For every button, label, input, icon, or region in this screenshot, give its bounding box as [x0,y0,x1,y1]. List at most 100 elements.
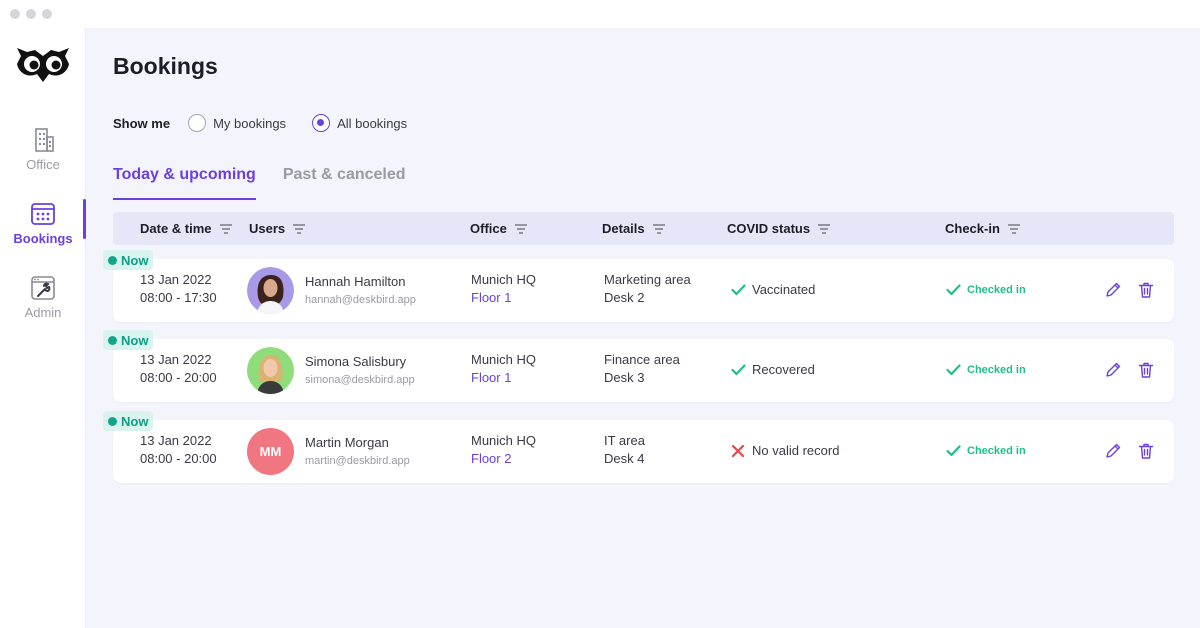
sidebar: Office Bookings Admin [0,28,86,628]
covid-status-text: No valid record [752,443,840,458]
sidebar-item-label: Office [26,157,60,172]
booking-scope-filter: Show me My bookings All bookings [113,112,433,134]
covid-status-text: Recovered [752,362,815,377]
trash-icon[interactable] [1137,361,1155,379]
user-cell: Martin Morgan martin@deskbird.app [305,434,410,470]
office-name: Munich HQ [471,433,537,448]
filter-lines-icon[interactable] [1007,223,1020,234]
user-name: Hannah Hamilton [305,274,406,289]
table-header: Date & time Users Office Details COVID s… [113,212,1174,245]
booking-time: 08:00 - 17:30 [140,290,217,305]
check-icon [946,284,961,296]
user-name: Simona Salisbury [305,354,407,369]
edit-pencil-icon[interactable] [1104,281,1122,299]
trash-icon[interactable] [1137,281,1155,299]
radio-label: My bookings [213,115,287,131]
calendar-icon [31,203,55,225]
filter-lines-icon[interactable] [818,223,831,234]
window-control-dot[interactable] [26,9,36,19]
floor-link[interactable]: Floor 1 [471,369,536,387]
user-name: Martin Morgan [305,435,389,450]
column-header-label: COVID status [727,221,811,236]
admin-tools-icon [31,276,55,300]
sidebar-item-label: Bookings [13,231,73,246]
page-title: Bookings [113,53,218,79]
floor-link[interactable]: Floor 1 [471,289,536,307]
radio-my-bookings[interactable]: My bookings [188,114,286,132]
table-row[interactable]: 13 Jan 2022 08:00 - 20:00 Simona Salisbu… [113,339,1174,402]
filter-lines-icon[interactable] [652,223,665,234]
booking-date: 13 Jan 2022 [140,272,212,287]
avatar [247,267,294,314]
column-header-check-in[interactable]: Check-in [945,212,1020,245]
table-row[interactable]: 13 Jan 2022 08:00 - 17:30 Hannah Hamilto… [113,259,1174,322]
check-icon [731,364,746,376]
sidebar-item-bookings[interactable]: Bookings [0,200,86,256]
checkin-status-text: Checked in [967,445,1026,457]
column-header-office[interactable]: Office [470,212,527,245]
checkin-status-text: Checked in [967,364,1026,376]
live-dot-icon [108,416,117,426]
column-header-covid-status[interactable]: COVID status [727,212,831,245]
filter-lines-icon[interactable] [514,223,527,234]
badge-text: Now [121,252,149,268]
area-name: IT area [604,433,645,448]
covid-status: Recovered [731,361,815,379]
user-email: simona@deskbird.app [305,374,415,386]
check-icon [946,364,961,376]
tab-today-upcoming[interactable]: Today & upcoming [113,166,256,200]
table-row[interactable]: 13 Jan 2022 08:00 - 20:00 MM Martin Morg… [113,420,1174,483]
window-control-dot[interactable] [42,9,52,19]
sidebar-item-label: Admin [24,305,62,320]
date-time-cell: 13 Jan 2022 08:00 - 20:00 [140,432,217,468]
live-dot-icon [108,255,117,265]
radio-button[interactable] [188,114,207,132]
booking-tabs: Today & upcoming Past & canceled [113,166,433,202]
cross-icon [731,445,745,457]
avatar-initials: MM [247,428,294,475]
column-header-label: Date & time [140,221,212,236]
column-header-details[interactable]: Details [602,212,665,245]
window-titlebar [0,0,1200,28]
desk-name: Desk 3 [604,370,645,385]
filter-lines-icon[interactable] [293,223,306,234]
date-time-cell: 13 Jan 2022 08:00 - 17:30 [140,271,217,307]
owl-logo-icon[interactable] [13,42,73,82]
radio-all-bookings[interactable]: All bookings [312,114,407,132]
window-control-dot[interactable] [10,9,20,19]
covid-status: No valid record [731,442,839,460]
now-badge: Now [103,250,153,270]
floor-link[interactable]: Floor 2 [471,450,536,468]
live-dot-icon [108,335,117,345]
badge-text: Now [121,413,149,429]
filter-lines-icon[interactable] [219,223,232,234]
checkin-status: Checked in [946,361,1026,379]
user-cell: Hannah Hamilton hannah@deskbird.app [305,273,416,309]
check-icon [731,284,746,296]
booking-time: 08:00 - 20:00 [140,451,217,466]
edit-pencil-icon[interactable] [1104,442,1122,460]
details-cell: Finance area Desk 3 [604,351,680,387]
column-header-label: Users [249,221,286,236]
checkin-status-text: Checked in [967,284,1026,296]
sidebar-item-admin[interactable]: Admin [0,274,86,330]
user-photo [247,267,294,314]
office-name: Munich HQ [471,352,537,367]
booking-date: 13 Jan 2022 [140,433,212,448]
check-icon [946,445,961,457]
column-header-label: Details [602,221,645,236]
now-badge: Now [103,411,153,431]
filter-label: Show me [113,115,171,131]
edit-pencil-icon[interactable] [1104,361,1122,379]
user-cell: Simona Salisbury simona@deskbird.app [305,353,415,389]
radio-button[interactable] [312,114,331,132]
column-header-users[interactable]: Users [249,212,306,245]
desk-name: Desk 2 [604,290,645,305]
column-header-date-time[interactable]: Date & time [140,212,232,245]
office-cell: Munich HQ Floor 2 [471,432,536,468]
trash-icon[interactable] [1137,442,1155,460]
office-name: Munich HQ [471,272,537,287]
area-name: Finance area [604,352,680,367]
tab-past-canceled[interactable]: Past & canceled [283,166,406,200]
sidebar-item-office[interactable]: Office [0,126,86,182]
